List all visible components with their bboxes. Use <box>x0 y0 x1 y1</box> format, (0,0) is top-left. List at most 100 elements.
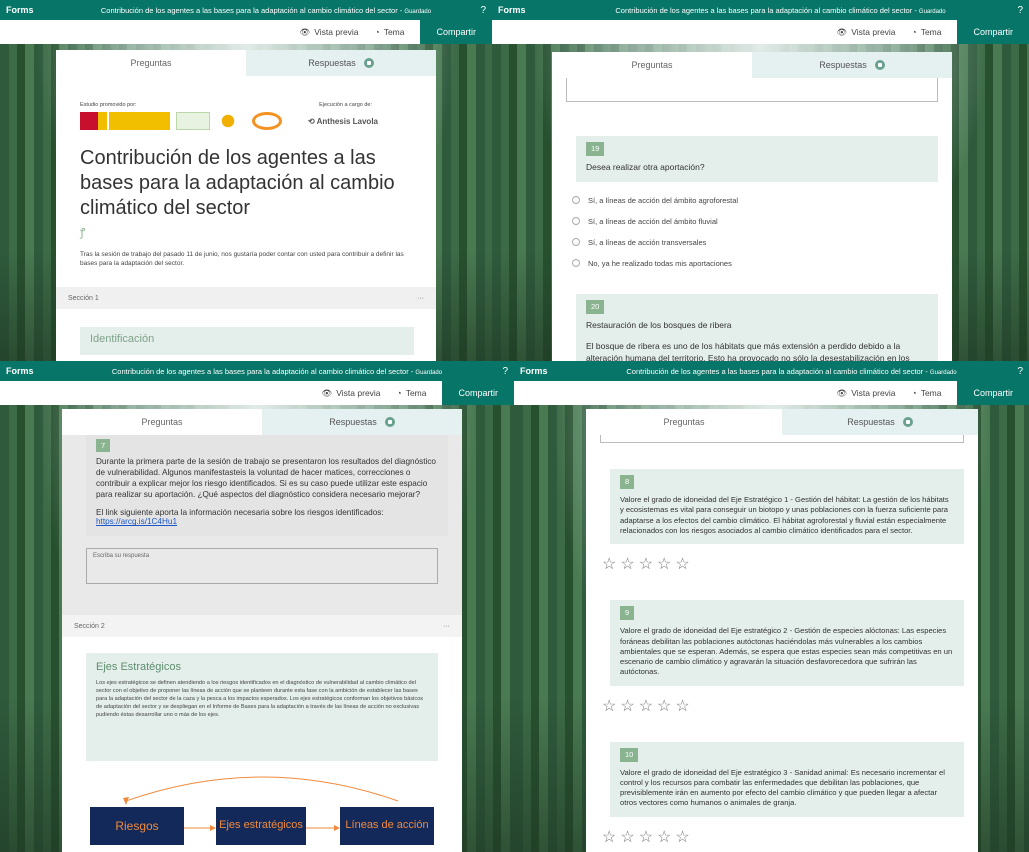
tab-responses[interactable]: Respuestas <box>262 409 462 435</box>
eye-icon: 👁 <box>836 387 848 398</box>
link-intro: El link siguiente aporta la información … <box>96 508 384 518</box>
app-name[interactable]: Forms <box>6 366 66 376</box>
more-options-icon[interactable]: ··· <box>443 623 450 630</box>
tab-responses[interactable]: Respuestas <box>782 409 978 435</box>
star-icon[interactable]: ☆ <box>602 827 616 847</box>
share-button[interactable]: Compartir <box>442 381 514 405</box>
theme-label: Tema <box>405 388 427 398</box>
section-1-bar: Sección 1 ··· <box>56 287 436 309</box>
toolbar: 👁 Vista previa ◔ Tema Compartir <box>514 381 1029 405</box>
rating-stars[interactable]: ☆ ☆ ☆ ☆ ☆ <box>602 827 978 847</box>
screenshot-panel-3: Forms Contribución de los agentes a las … <box>0 361 514 852</box>
theme-label: Tema <box>920 27 942 37</box>
risks-label: Riesgos <box>115 819 159 833</box>
saved-status: Guardado <box>929 369 957 376</box>
top-bar: Forms Contribución de los agentes a las … <box>514 361 1029 381</box>
question-number: 20 <box>586 299 605 314</box>
share-button[interactable]: Compartir <box>957 381 1029 405</box>
tab-responses[interactable]: Respuestas <box>246 50 436 76</box>
question-number: 7 <box>96 439 111 452</box>
star-icon[interactable]: ☆ <box>602 554 616 574</box>
question-20: 20 Restauración de los bosques de ribera… <box>576 293 938 361</box>
radio-icon[interactable] <box>572 259 580 268</box>
q19-option[interactable]: Sí, a líneas de acción del ámbito fluvia… <box>572 217 952 226</box>
rating-stars[interactable]: ☆ ☆ ☆ ☆ ☆ <box>602 554 978 574</box>
tab-questions[interactable]: Preguntas <box>586 409 782 435</box>
preview-button[interactable]: 👁 Vista previa <box>836 27 895 38</box>
answer-input[interactable]: Escriba su respuesta <box>86 548 438 585</box>
form-title: Contribución de los agentes a las bases … <box>615 5 913 15</box>
question-text: Valore el grado de idoneidad del Eje est… <box>620 626 953 677</box>
app-name[interactable]: Forms <box>6 5 66 15</box>
form-big-title: Contribución de los agentes a las bases … <box>80 147 395 219</box>
axes-label: Ejes estratégicos <box>219 819 303 832</box>
saved-status: Guardado <box>404 8 432 15</box>
q19-option[interactable]: No, ya he realizado todas mis aportacion… <box>572 259 952 268</box>
axes-diagram: Riesgos Ejes estratégicos Líneas de acci… <box>86 761 438 847</box>
rating-stars[interactable]: ☆ ☆ ☆ ☆ ☆ <box>602 696 978 716</box>
question-text: Desea realizar otra aportación? <box>586 162 705 173</box>
theme-button[interactable]: ◔ Tema <box>397 388 427 398</box>
theme-button[interactable]: ◔ Tema <box>912 388 942 398</box>
axes-text: Los ejes estratégicos se definen atendie… <box>96 680 424 719</box>
question-number: 10 <box>620 747 639 762</box>
tab-questions[interactable]: Preguntas <box>56 50 246 76</box>
app-name[interactable]: Forms <box>498 5 558 15</box>
preview-button[interactable]: 👁 Vista previa <box>836 388 895 399</box>
tab-responses-label: Respuestas <box>847 417 895 427</box>
anthesis-logo-text: Anthesis Lavola <box>316 116 378 126</box>
preview-button[interactable]: 👁 Vista previa <box>321 388 380 399</box>
app-name[interactable]: Forms <box>520 366 580 376</box>
preview-button[interactable]: 👁 Vista previa <box>299 27 358 38</box>
help-icon[interactable]: ? <box>1003 366 1023 377</box>
cycle-arrowhead <box>123 797 129 805</box>
theme-button[interactable]: ◔ Tema <box>375 27 405 37</box>
arcgis-link[interactable]: https://arcg.is/1C4Hu1 <box>96 517 438 526</box>
radio-icon[interactable] <box>572 238 580 247</box>
star-icon[interactable]: ☆ <box>639 696 653 716</box>
star-icon[interactable]: ☆ <box>657 696 671 716</box>
help-icon[interactable]: ? <box>488 366 508 377</box>
strategic-axes-block: Ejes Estratégicos Los ejes estratégicos … <box>86 653 438 847</box>
star-icon[interactable]: ☆ <box>639 554 653 574</box>
toolbar: 👁 Vista previa ◔ Tema Compartir <box>0 20 492 44</box>
help-icon[interactable]: ? <box>466 5 486 16</box>
forest-agency-logo <box>176 112 210 130</box>
screenshot-panel-2: Forms Contribución de los agentes a las … <box>492 0 1029 361</box>
radio-icon[interactable] <box>572 196 580 205</box>
help-icon[interactable]: ? <box>1003 5 1023 16</box>
radio-icon[interactable] <box>572 217 580 226</box>
star-icon[interactable]: ☆ <box>620 696 634 716</box>
star-icon[interactable]: ☆ <box>620 554 634 574</box>
share-button[interactable]: Compartir <box>957 20 1029 44</box>
star-icon[interactable]: ☆ <box>675 554 689 574</box>
saved-status: Guardado <box>415 369 443 376</box>
star-icon[interactable]: ☆ <box>675 696 689 716</box>
star-icon[interactable]: ☆ <box>657 827 671 847</box>
q19-option[interactable]: Sí, a líneas de acción transversales <box>572 238 952 247</box>
question-9: 9 Valore el grado de idoneidad del Eje e… <box>610 600 964 686</box>
theme-button[interactable]: ◔ Tema <box>912 27 942 37</box>
share-button[interactable]: Compartir <box>420 20 492 44</box>
star-icon[interactable]: ☆ <box>620 827 634 847</box>
form-title: Contribución de los agentes a las bases … <box>100 5 398 15</box>
tab-responses-label: Respuestas <box>308 58 356 68</box>
top-bar: Forms Contribución de los agentes a las … <box>492 0 1029 20</box>
tab-responses[interactable]: Respuestas <box>752 52 952 78</box>
question-10: 10 Valore el grado de idoneidad del Eje … <box>610 741 964 817</box>
top-bar: Forms Contribución de los agentes a las … <box>0 0 492 20</box>
star-icon[interactable]: ☆ <box>602 696 616 716</box>
lines-label: Líneas de acción <box>345 819 429 832</box>
question-7: 7 Durante la primera parte de la sesión … <box>86 435 448 537</box>
star-icon[interactable]: ☆ <box>657 554 671 574</box>
question-text: Valore el grado de idoneidad del Eje est… <box>620 767 945 808</box>
promoted-by-label: Estudio promovido por: <box>80 102 137 108</box>
tab-questions[interactable]: Preguntas <box>62 409 262 435</box>
star-icon[interactable]: ☆ <box>675 827 689 847</box>
tab-questions[interactable]: Preguntas <box>552 52 752 78</box>
star-icon[interactable]: ☆ <box>639 827 653 847</box>
question-19: 19 Desea realizar otra aportación? <box>576 136 938 182</box>
more-options-icon[interactable]: ··· <box>417 295 424 302</box>
q19-option[interactable]: Sí, a líneas de acción del ámbito agrofo… <box>572 196 952 205</box>
preview-label: Vista previa <box>314 27 359 37</box>
